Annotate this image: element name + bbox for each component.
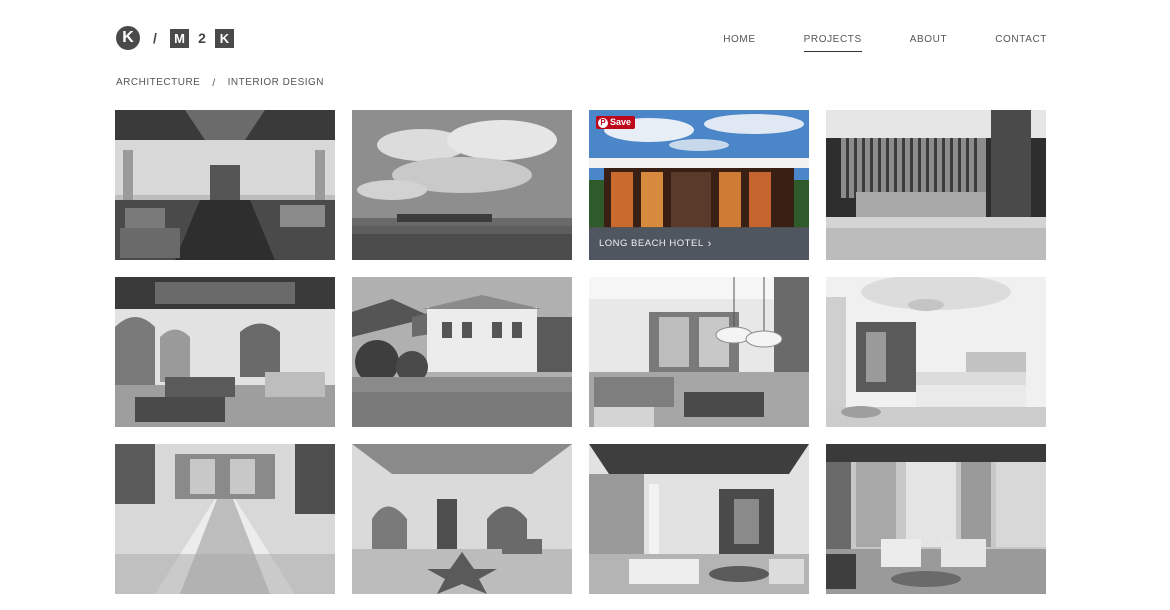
- lounge-photo: [826, 444, 1046, 594]
- logo-k-circle: K: [116, 26, 140, 50]
- foyer-photo: [352, 444, 572, 594]
- filter-separator: /: [212, 77, 216, 89]
- chevron-right-icon: ›: [707, 237, 712, 250]
- reception-photo: [826, 110, 1046, 260]
- villa-photo: [352, 277, 572, 427]
- project-thumbnail[interactable]: [115, 110, 335, 260]
- filter-interior-design[interactable]: INTERIOR DESIGN: [228, 77, 324, 89]
- pinterest-icon: P: [598, 117, 608, 128]
- nav-home[interactable]: HOME: [723, 34, 755, 52]
- nav-about[interactable]: ABOUT: [910, 34, 947, 52]
- project-thumbnail[interactable]: [115, 444, 335, 594]
- logo-k-square: K: [215, 28, 234, 48]
- project-thumbnail[interactable]: [826, 444, 1046, 594]
- nav-projects[interactable]: PROJECTS: [803, 34, 862, 52]
- project-thumbnail[interactable]: [826, 110, 1046, 260]
- nav-contact[interactable]: CONTACT: [995, 34, 1047, 52]
- project-thumbnail[interactable]: [589, 444, 809, 594]
- project-thumbnail[interactable]: [352, 110, 572, 260]
- save-label: Save: [610, 117, 632, 127]
- project-thumbnail[interactable]: [352, 444, 572, 594]
- pavilion-photo: [589, 444, 809, 594]
- project-gallery: P Save LONG BEACH HOTEL ›: [115, 110, 1048, 594]
- project-thumbnail[interactable]: [115, 277, 335, 427]
- project-thumbnail[interactable]: [589, 277, 809, 427]
- logo[interactable]: K / M 2 K: [116, 26, 234, 50]
- bedroom-photo: [826, 277, 1046, 427]
- project-thumbnail[interactable]: [826, 277, 1046, 427]
- lobby-photo: [115, 110, 335, 260]
- logo-m-square: M: [170, 28, 189, 48]
- project-thumbnail[interactable]: [352, 277, 572, 427]
- logo-number: 2: [198, 30, 206, 46]
- pinterest-save-button[interactable]: P Save: [596, 116, 636, 129]
- main-nav: HOME PROJECTS ABOUT CONTACT: [723, 34, 1047, 52]
- arched-hall-photo: [115, 277, 335, 427]
- dining-hall-photo: [115, 444, 335, 594]
- project-caption-title: LONG BEACH HOTEL: [599, 238, 704, 249]
- category-filters: ARCHITECTURE / INTERIOR DESIGN: [116, 77, 324, 89]
- logo-slash: /: [153, 30, 157, 46]
- filter-architecture[interactable]: ARCHITECTURE: [116, 77, 200, 89]
- living-room-photo: [589, 277, 809, 427]
- landscape-photo: [352, 110, 572, 260]
- project-caption[interactable]: LONG BEACH HOTEL ›: [589, 227, 809, 260]
- project-thumbnail-hovered[interactable]: P Save LONG BEACH HOTEL ›: [589, 110, 809, 260]
